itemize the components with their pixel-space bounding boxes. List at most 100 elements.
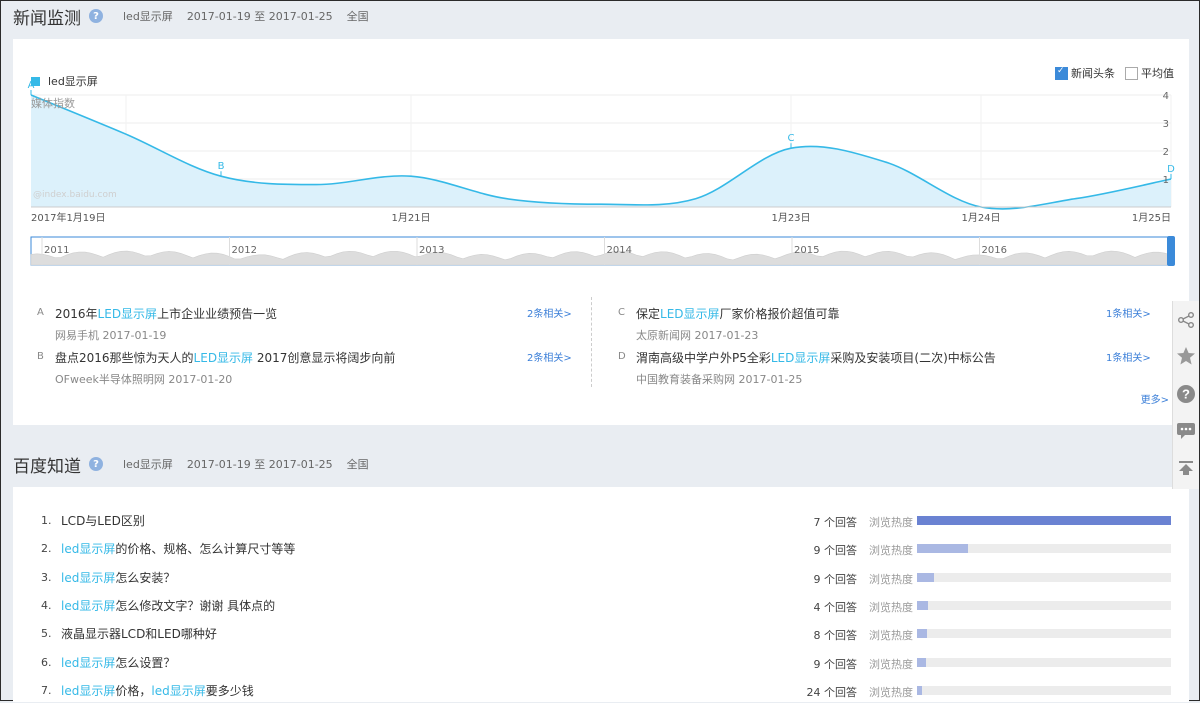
question-row: 3. led显示屏怎么安装？ 9 个回答 浏览热度 <box>41 568 1171 590</box>
x-tick-label: 1月24日 <box>961 212 1000 224</box>
news-panel: led显示屏 新闻头条 平均值 媒体指数4321@index.baidu.com… <box>13 39 1189 425</box>
question-row: 5. 液晶显示器LCD和LED哪种好 8 个回答 浏览热度 <box>41 624 1171 646</box>
question-link[interactable]: led显示屏价格，led显示屏要多少钱 <box>61 682 254 699</box>
watermark-text: @index.baidu.com <box>33 190 117 200</box>
question-link[interactable]: 液晶显示器LCD和LED哪种好 <box>61 625 217 642</box>
news-item: A 2016年LED显示屏上市企业业绩预告一览网易手机 2017-01-19 2条相… <box>37 305 577 345</box>
answer-count: 9 个回答 <box>813 657 858 671</box>
question-number: 7. <box>41 683 52 697</box>
heat-bar-track <box>917 685 1171 695</box>
y-tick-label: 3 <box>1163 119 1169 130</box>
related-news-link[interactable]: 1条相关> <box>1106 305 1151 320</box>
news-date-range: 2017-01-19 至 2017-01-25 <box>186 10 333 23</box>
heat-label: 浏览热度 <box>869 600 913 614</box>
question-row: 4. led显示屏怎么修改文字？谢谢 具体点的 4 个回答 浏览热度 <box>41 596 1171 618</box>
x-tick-label: 2017年1月19日 <box>31 211 106 224</box>
heat-label: 浏览热度 <box>869 657 913 671</box>
x-tick-label: 1月25日 <box>1132 212 1171 224</box>
back-to-top-icon[interactable] <box>1175 457 1197 479</box>
answer-count: 8 个回答 <box>813 629 858 643</box>
overview-year-label: 2011 <box>44 245 69 256</box>
heat-bar-fill <box>917 657 926 667</box>
x-tick-label: 1月23日 <box>771 212 810 224</box>
heat-bar-fill <box>917 685 923 695</box>
news-region: 全国 <box>346 10 369 23</box>
news-letter: A <box>37 307 44 318</box>
heat-bar-track <box>917 516 1171 525</box>
news-letter: D <box>618 351 626 362</box>
marker-label: A <box>28 80 35 91</box>
news-item: D 渭南高级中学户外P5全彩LED显示屏采购及安装项目(二次)中标公告 中国教育装备… <box>618 349 1158 389</box>
question-link[interactable]: LCD与LED区别 <box>61 512 145 529</box>
news-source: 太原新闻网 2017-01-23 <box>636 329 759 342</box>
question-number: 5. <box>41 627 52 641</box>
heat-bar-track <box>917 572 1171 582</box>
help-icon[interactable]: ? <box>89 9 103 23</box>
overview-year-label: 2016 <box>982 245 1007 256</box>
overview-year-label: 2012 <box>232 245 257 256</box>
question-link[interactable]: led显示屏怎么安装？ <box>61 569 175 586</box>
news-source: OFweek半导体照明网 2017-01-20 <box>55 373 233 386</box>
x-tick-label: 1月21日 <box>391 212 430 224</box>
answer-count: 9 个回答 <box>813 572 858 586</box>
news-column-divider <box>591 297 592 387</box>
news-source: 网易手机 2017-01-19 <box>55 329 167 342</box>
heat-label: 浏览热度 <box>869 572 913 586</box>
related-news-link[interactable]: 2条相关> <box>527 349 572 364</box>
heat-bar-fill <box>917 629 928 639</box>
heat-bar-track <box>917 657 1171 667</box>
news-item: C 保定LED显示屏厂家价格报价超值可靠 太原新闻网 2017-01-23 1条相关> <box>618 305 1158 345</box>
question-row: 2. led显示屏的价格、规格、怎么计算尺寸等等 9 个回答 浏览热度 <box>41 539 1171 561</box>
news-headline-link[interactable]: 保定LED显示屏厂家价格报价超值可靠 <box>636 305 840 322</box>
help-icon[interactable]: ? <box>1175 383 1197 405</box>
star-icon[interactable] <box>1175 345 1197 367</box>
marker-label: B <box>218 161 225 172</box>
question-link[interactable]: led显示屏的价格、规格、怎么计算尺寸等等 <box>61 540 295 557</box>
heat-label: 浏览热度 <box>869 544 913 558</box>
news-section-header: 新闻监测 ? led显示屏 2017-01-19 至 2017-01-25 全国 <box>13 1 369 31</box>
heat-label: 浏览热度 <box>869 516 913 529</box>
question-number: 3. <box>41 570 52 584</box>
help-icon[interactable]: ? <box>89 457 103 471</box>
y-tick-label: 2 <box>1163 147 1169 158</box>
series-area <box>31 95 1171 209</box>
question-number: 1. <box>41 514 52 527</box>
heat-bar-fill <box>917 516 1171 525</box>
svg-text:?: ? <box>1182 387 1190 402</box>
question-row: 1. LCD与LED区别 7 个回答 浏览热度 <box>41 511 1171 533</box>
zhidao-panel: 1. LCD与LED区别 7 个回答 浏览热度 2. led显示屏的价格、规格、怎么计算尺… <box>13 487 1189 702</box>
question-link[interactable]: led显示屏怎么设置？ <box>61 654 175 671</box>
answer-count: 9 个回答 <box>813 544 858 558</box>
more-news-link[interactable]: 更多> <box>1141 391 1169 406</box>
news-headline-link[interactable]: 盘点2016那些惊为天人的LED显示屏 2017创意显示将阔步向前 <box>55 349 395 366</box>
question-link[interactable]: led显示屏怎么修改文字？谢谢 具体点的 <box>61 597 275 614</box>
heat-bar-track <box>917 629 1171 639</box>
related-news-link[interactable]: 1条相关> <box>1106 349 1151 364</box>
comment-icon[interactable] <box>1175 419 1197 441</box>
news-headline-link[interactable]: 渭南高级中学户外P5全彩LED显示屏采购及安装项目(二次)中标公告 <box>636 349 996 366</box>
news-letter: B <box>37 351 44 362</box>
share-icon[interactable] <box>1175 309 1197 331</box>
question-number: 6. <box>41 655 52 669</box>
answer-count: 7 个回答 <box>813 516 858 529</box>
heat-bar-fill <box>917 544 968 554</box>
question-row: 6. led显示屏怎么设置？ 9 个回答 浏览热度 <box>41 653 1171 675</box>
news-item: B 盘点2016那些惊为天人的LED显示屏 2017创意显示将阔步向前 OFweek… <box>37 349 577 389</box>
marker-label: D <box>1167 164 1175 175</box>
question-row: 7. led显示屏价格，led显示屏要多少钱 24 个回答 浏览热度 <box>41 681 1171 703</box>
answer-count: 24 个回答 <box>806 685 858 699</box>
heat-bar-fill <box>917 600 929 610</box>
overview-year-label: 2013 <box>419 245 444 256</box>
y-axis-label: 媒体指数 <box>31 96 75 110</box>
related-news-link[interactable]: 2条相关> <box>527 305 572 320</box>
zhidao-section-title: 百度知道 <box>13 456 81 477</box>
y-tick-label: 1 <box>1163 175 1169 186</box>
overview-year-label: 2015 <box>794 245 819 256</box>
news-headline-link[interactable]: 2016年LED显示屏上市企业业绩预告一览 <box>55 305 277 322</box>
zhidao-region: 全国 <box>346 458 369 471</box>
heat-label: 浏览热度 <box>869 629 913 643</box>
zhidao-section-header: 百度知道 ? led显示屏 2017-01-19 至 2017-01-25 全国 <box>13 449 369 479</box>
side-toolbar: ? <box>1172 301 1199 489</box>
heat-label: 浏览热度 <box>869 685 913 699</box>
marker-label: C <box>788 133 795 144</box>
